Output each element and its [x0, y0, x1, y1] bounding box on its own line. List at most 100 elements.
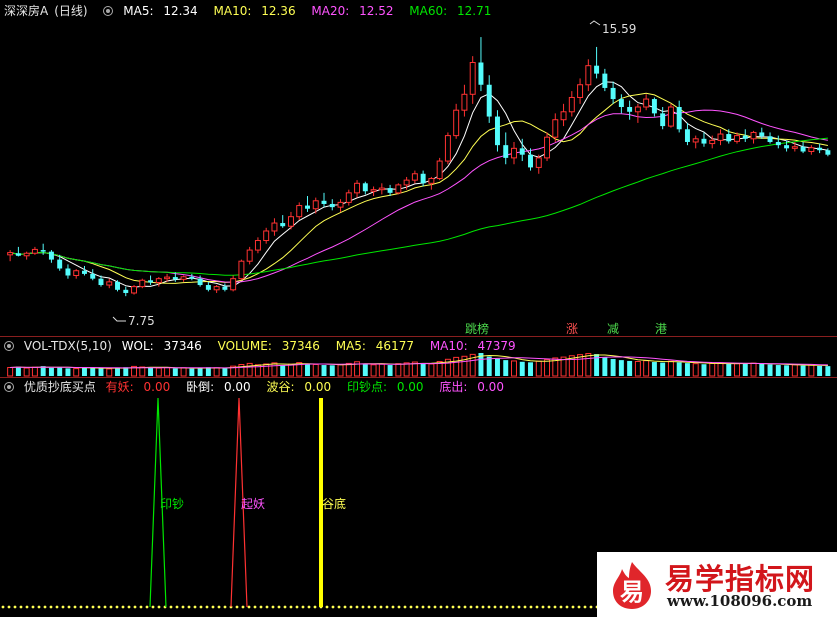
candle-body: [667, 106, 674, 127]
baseline-dot: [181, 605, 185, 609]
volume-bar: [767, 364, 773, 376]
baseline-dot: [301, 605, 305, 609]
ma10-readout: MA10: 12.36: [213, 4, 296, 18]
candle-body: [800, 146, 806, 152]
candle-body: [808, 147, 815, 153]
candle-body: [81, 270, 87, 274]
volume-bar: [73, 368, 80, 377]
volume-bar: [667, 360, 674, 377]
chart-window: 15.59 7.75 印钞 起妖 谷底 跳榜 涨 减 港 深深房A (日线) MA…: [0, 0, 837, 617]
volume-readout: VOLUME: 37346: [217, 339, 320, 353]
volume-bar: [57, 366, 63, 376]
baseline-dot: [517, 605, 521, 609]
baseline-dot: [109, 605, 113, 609]
settings-circle-icon[interactable]: [4, 341, 14, 351]
marker-qiyao: 起妖: [241, 497, 265, 511]
candle-body: [742, 135, 748, 139]
candle-body: [106, 281, 113, 286]
candle-body: [717, 133, 724, 141]
baseline-dot: [385, 605, 389, 609]
volume-bar: [180, 367, 187, 377]
candle-body: [57, 259, 63, 269]
volume-bar: [535, 360, 542, 377]
candle-body: [31, 248, 38, 254]
volume-header: VOL-TDX(5,10) WOL: 37346 VOLUME: 37346 M…: [4, 338, 528, 354]
candle-body: [139, 279, 146, 288]
price-chart[interactable]: 15.59 7.75 印钞 起妖 谷底: [0, 0, 837, 617]
candle-body: [767, 136, 773, 142]
panel-divider[interactable]: [0, 336, 837, 337]
indicator-item: 底出: 0.00: [439, 380, 504, 394]
baseline-dot: [121, 605, 125, 609]
baseline-dot: [409, 605, 413, 609]
candle-body: [791, 146, 798, 149]
baseline-dot: [115, 605, 119, 609]
baseline-dot: [55, 605, 59, 609]
settings-circle-icon[interactable]: [4, 382, 14, 392]
volume-bar: [7, 367, 14, 377]
baseline-dot: [211, 605, 215, 609]
panel-divider[interactable]: [0, 377, 837, 378]
volume-bar: [362, 363, 368, 376]
candle-body: [478, 62, 484, 85]
volume-bar: [800, 365, 806, 376]
candle-body: [213, 286, 220, 291]
candle-body: [634, 106, 641, 113]
baseline-dot: [499, 605, 503, 609]
volume-bar: [643, 360, 650, 377]
indicator-title[interactable]: 优质抄底买点: [24, 380, 96, 394]
volume-bar: [791, 364, 798, 377]
candle-body: [197, 278, 203, 286]
candle-body: [750, 131, 757, 140]
volume-title[interactable]: VOL-TDX(5,10): [24, 339, 112, 353]
volume-bar: [65, 368, 71, 376]
candle-body: [602, 73, 608, 88]
baseline-dot: [19, 605, 23, 609]
volume-bar: [15, 366, 21, 376]
candle-body: [164, 276, 171, 280]
baseline-dot: [241, 605, 245, 609]
volume-bar: [734, 363, 740, 377]
baseline-dot: [127, 605, 131, 609]
volume-bar: [205, 367, 211, 376]
candle-body: [345, 192, 352, 203]
baseline-dot: [157, 605, 161, 609]
volume-bar: [494, 358, 500, 376]
candle-body: [436, 160, 443, 180]
candle-body: [503, 145, 509, 158]
volume-bar: [246, 362, 253, 377]
baseline-dot: [193, 605, 197, 609]
volume-bar: [115, 368, 120, 376]
baseline-dot: [295, 605, 299, 609]
price-header: 深深房A (日线) MA5: 12.34 MA10: 12.36 MA20: 12…: [4, 3, 503, 19]
candle-body: [817, 147, 823, 151]
candle-body: [692, 138, 699, 143]
volume-bar: [213, 367, 220, 377]
volume-bar: [634, 360, 641, 377]
moving-averages: [10, 81, 828, 288]
candle-body: [643, 98, 650, 108]
candle-body: [73, 270, 80, 276]
volume-bar: [337, 364, 344, 377]
baseline-dot: [259, 605, 263, 609]
ma10-line: [10, 92, 828, 284]
volume-bar: [784, 365, 790, 376]
volume-bar: [395, 363, 402, 377]
baseline-dot: [553, 605, 557, 609]
stock-name[interactable]: 深深房A (日线): [4, 4, 94, 18]
settings-circle-icon[interactable]: [103, 6, 114, 16]
candle-body: [123, 289, 129, 293]
candle-body: [560, 111, 567, 121]
candle-body: [48, 251, 54, 260]
baseline-dot: [529, 605, 533, 609]
volume-bar: [189, 368, 195, 376]
baseline-dot: [397, 605, 401, 609]
volume-bar: [428, 363, 435, 377]
volume-bar: [651, 362, 657, 376]
baseline-dot: [283, 605, 287, 609]
volume-bar: [544, 359, 551, 377]
candle-body: [511, 147, 517, 159]
signal-tag: 港: [655, 322, 668, 336]
candle-body: [222, 286, 228, 290]
baseline-dot: [439, 605, 443, 609]
